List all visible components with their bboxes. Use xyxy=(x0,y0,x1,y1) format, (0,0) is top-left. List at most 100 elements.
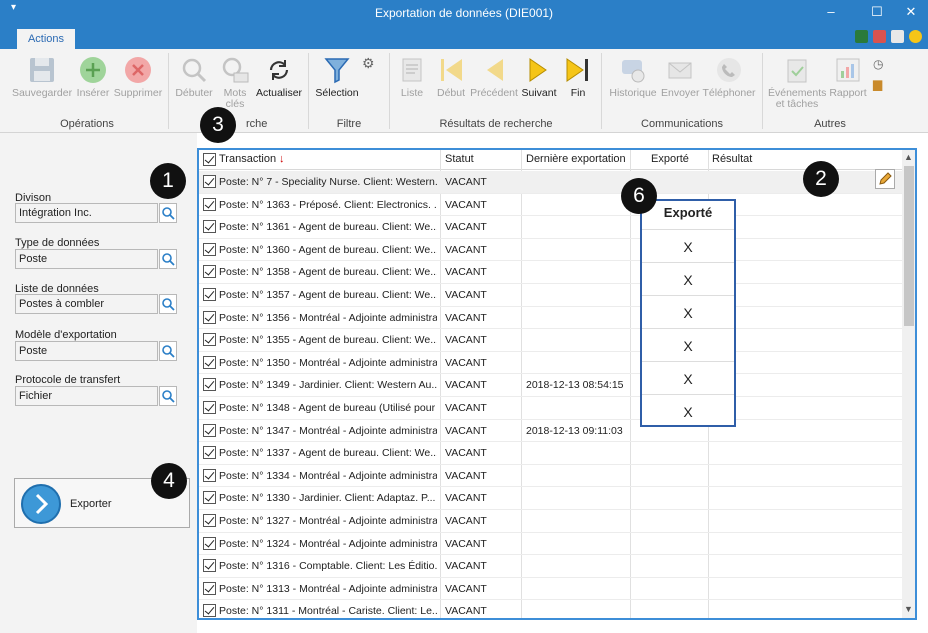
table-row[interactable]: Poste: N° 1348 - Agent de bureau (Utilis… xyxy=(199,397,902,420)
report-button[interactable]: Rapport xyxy=(828,55,868,99)
callout-2: 2 xyxy=(803,161,839,197)
row-checkbox[interactable] xyxy=(203,401,216,414)
row-checkbox[interactable] xyxy=(203,491,216,505)
row-checkbox[interactable] xyxy=(203,355,216,369)
table-row[interactable]: Poste: N° 1360 - Agent de bureau. Client… xyxy=(199,239,902,262)
table-row[interactable]: Poste: N° 1311 - Montréal - Cariste. Cli… xyxy=(199,600,902,618)
table-row[interactable]: Poste: N° 1334 - Montréal - Adjointe adm… xyxy=(199,465,902,488)
scroll-up-icon[interactable]: ▲ xyxy=(904,152,913,162)
row-checkbox[interactable] xyxy=(203,265,216,279)
delete-button[interactable]: Supprimer xyxy=(112,55,164,99)
clock-icon[interactable]: ◷ xyxy=(873,57,883,71)
events-tasks-button[interactable]: Événements et tâches xyxy=(768,55,826,110)
row-checkbox[interactable] xyxy=(203,536,216,550)
data-list-search-button[interactable] xyxy=(159,294,177,314)
table-row[interactable]: Poste: N° 1324 - Montréal - Adjointe adm… xyxy=(199,533,902,556)
last-label: Fin xyxy=(570,87,586,99)
row-checkbox[interactable] xyxy=(203,310,216,324)
gear-icon[interactable]: ⚙ xyxy=(362,55,375,72)
data-type-field[interactable]: Poste xyxy=(15,249,158,269)
calendar-icon[interactable] xyxy=(873,30,886,43)
table-row[interactable]: Poste: N° 1330 - Jardinier. Client: Adap… xyxy=(199,487,902,510)
data-list-field[interactable]: Postes à combler xyxy=(15,294,158,314)
search-icon xyxy=(162,298,175,311)
table-row[interactable]: Poste: N° 1358 - Agent de bureau. Client… xyxy=(199,261,902,284)
table-row[interactable]: Poste: N° 1355 - Agent de bureau. Client… xyxy=(199,329,902,352)
row-status: VACANT xyxy=(445,243,487,256)
minimize-button[interactable]: ‒ xyxy=(818,3,844,21)
scrollbar-thumb[interactable] xyxy=(904,166,914,326)
row-checkbox[interactable] xyxy=(203,559,216,573)
maximize-button[interactable]: ☐ xyxy=(864,3,890,21)
insert-button[interactable]: Insérer xyxy=(75,55,111,99)
transfer-protocol-field[interactable]: Fichier xyxy=(15,386,158,406)
print-icon[interactable] xyxy=(891,30,904,43)
last-button[interactable]: Fin xyxy=(561,55,595,99)
list-button[interactable]: Liste xyxy=(396,55,428,99)
table-row[interactable]: Poste: N° 1357 - Agent de bureau. Client… xyxy=(199,284,902,307)
start-search-button[interactable]: Débuter xyxy=(173,55,215,99)
column-last-export[interactable]: Dernière exportation xyxy=(526,153,626,165)
phone-button[interactable]: Téléphoner xyxy=(702,55,756,99)
column-status[interactable]: Statut xyxy=(445,153,474,165)
send-button[interactable]: Envoyer xyxy=(661,55,700,99)
keyword-search-button[interactable]: Mots clés xyxy=(218,55,252,110)
next-button[interactable]: Suivant xyxy=(519,55,559,99)
report-label: Rapport xyxy=(829,87,867,99)
toolbox-icon[interactable]: ▆ xyxy=(873,77,882,91)
grid-scrollbar[interactable]: ▲ ▼ xyxy=(902,150,915,618)
row-checkbox[interactable] xyxy=(203,514,216,527)
row-checkbox[interactable] xyxy=(203,604,216,618)
table-row[interactable]: Poste: N° 1337 - Agent de bureau. Client… xyxy=(199,442,902,465)
calculator-icon[interactable] xyxy=(855,30,868,43)
scroll-down-icon[interactable]: ▼ xyxy=(904,604,913,614)
division-search-button[interactable] xyxy=(159,203,177,223)
row-checkbox[interactable] xyxy=(203,288,216,301)
transfer-protocol-search-button[interactable] xyxy=(159,386,177,406)
ribbon-separator xyxy=(601,53,602,129)
refresh-button[interactable]: Actualiser xyxy=(254,55,304,99)
column-result[interactable]: Résultat xyxy=(712,153,752,165)
row-checkbox[interactable] xyxy=(203,197,216,211)
table-row[interactable]: Poste: N° 1356 - Montréal - Adjointe adm… xyxy=(199,307,902,330)
row-status: VACANT xyxy=(445,289,487,301)
row-transaction: Poste: N° 1360 - Agent de bureau. Client… xyxy=(219,243,437,256)
row-checkbox[interactable] xyxy=(203,423,216,437)
table-row[interactable]: Poste: N° 1349 - Jardinier. Client: West… xyxy=(199,374,902,397)
row-checkbox[interactable] xyxy=(203,220,216,234)
row-checkbox[interactable] xyxy=(203,446,216,460)
row-checkbox[interactable] xyxy=(203,378,216,392)
division-field[interactable]: Intégration Inc. xyxy=(15,203,158,223)
tab-actions[interactable]: Actions xyxy=(17,29,75,49)
row-checkbox[interactable] xyxy=(203,242,216,256)
row-status: VACANT xyxy=(445,447,487,460)
row-checkbox[interactable] xyxy=(203,333,216,347)
selection-button[interactable]: Sélection xyxy=(313,55,361,99)
previous-button[interactable]: Précédent xyxy=(470,55,518,99)
row-checkbox[interactable] xyxy=(203,468,216,482)
table-row[interactable]: Poste: N° 1327 - Montréal - Adjointe adm… xyxy=(199,510,902,533)
export-model-field[interactable]: Poste xyxy=(15,341,158,361)
table-row[interactable]: Poste: N° 1363 - Préposé. Client: Electr… xyxy=(199,194,902,217)
edit-button[interactable] xyxy=(875,169,895,189)
table-row[interactable]: Poste: N° 1350 - Montréal - Adjointe adm… xyxy=(199,352,902,375)
data-type-search-button[interactable] xyxy=(159,249,177,269)
column-transaction[interactable]: Transaction xyxy=(219,153,276,165)
close-button[interactable]: ✕ xyxy=(898,3,924,21)
row-checkbox[interactable] xyxy=(203,175,216,188)
save-button[interactable]: Sauvegarder xyxy=(10,55,74,99)
table-row[interactable]: Poste: N° 1347 - Montréal - Adjointe adm… xyxy=(199,420,902,443)
history-button[interactable]: Historique xyxy=(607,55,659,99)
row-checkbox[interactable] xyxy=(203,581,216,595)
export-label: Exporter xyxy=(70,498,112,510)
export-model-search-button[interactable] xyxy=(159,341,177,361)
first-button[interactable]: Début xyxy=(434,55,468,99)
table-row[interactable]: Poste: N° 1313 - Montréal - Adjointe adm… xyxy=(199,578,902,601)
column-exported[interactable]: Exporté xyxy=(651,153,689,165)
select-all-checkbox[interactable] xyxy=(203,153,216,166)
table-row[interactable]: Poste: N° 1316 - Comptable. Client: Les … xyxy=(199,555,902,578)
help-icon[interactable] xyxy=(909,30,922,43)
table-row[interactable]: Poste: N° 1361 - Agent de bureau. Client… xyxy=(199,216,902,239)
table-row[interactable]: Poste: N° 7 - Speciality Nurse. Client: … xyxy=(199,171,902,194)
row-status: VACANT xyxy=(445,560,487,573)
